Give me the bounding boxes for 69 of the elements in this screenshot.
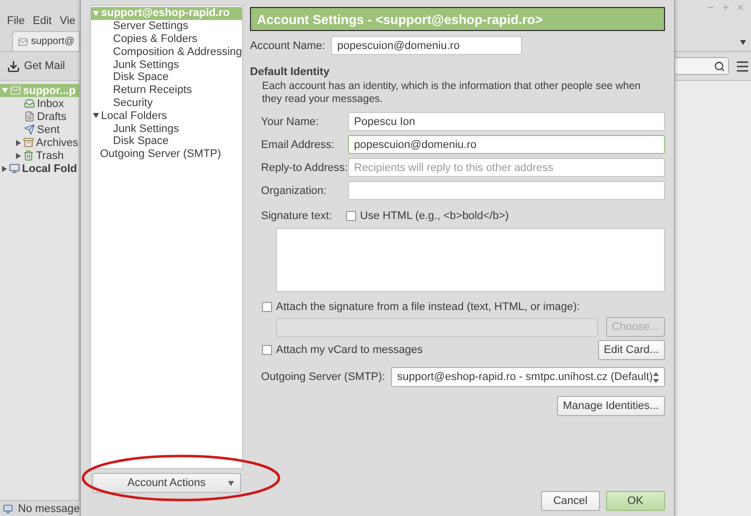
field-label: Account Name:: [250, 40, 326, 52]
checkbox[interactable]: [262, 345, 272, 355]
tree-item[interactable]: Disk Space: [91, 134, 242, 148]
tree-item[interactable]: Disk Space: [91, 70, 242, 84]
checkbox-label: Use HTML (e.g., <b>bold</b>): [360, 210, 509, 222]
file-path-field[interactable]: [276, 318, 598, 336]
folder-item[interactable]: Trash: [0, 149, 79, 162]
mail-tab[interactable]: support@: [12, 31, 80, 51]
folder-item[interactable]: Drafts: [0, 110, 79, 123]
search-field[interactable]: [675, 57, 729, 75]
manage-identities-button[interactable]: Manage Identities...: [556, 396, 665, 416]
checkbox-label: Attach my vCard to messages: [276, 344, 423, 356]
get-mail-button[interactable]: Get Mail: [7, 60, 65, 72]
envelope-icon: [18, 36, 28, 46]
dropdown-caret-icon[interactable]: [740, 40, 746, 45]
tree-item[interactable]: Outgoing Server (SMTP): [91, 148, 242, 161]
edit-card-button[interactable]: Edit Card...: [598, 340, 665, 360]
menu-item[interactable]: Edit: [32, 15, 52, 27]
tree-item[interactable]: Local Folders: [91, 109, 242, 122]
search-icon: [714, 60, 725, 72]
menu-icon[interactable]: [735, 58, 750, 74]
menu-item[interactable]: File: [7, 15, 25, 27]
envelope-icon: [10, 85, 21, 96]
field-label: Your Name:: [261, 116, 320, 128]
field-label: Signature text:: [261, 210, 333, 222]
checkbox[interactable]: [346, 211, 356, 221]
text-field[interactable]: popescuion@domeniu.ro: [348, 135, 665, 154]
checkbox[interactable]: [262, 302, 272, 312]
folder-item[interactable]: Sent: [0, 123, 79, 136]
send-icon: [24, 124, 35, 135]
status-text: No message: [18, 502, 80, 514]
account-actions-button[interactable]: Account Actions: [92, 473, 242, 493]
text-field[interactable]: Popescu Ion: [348, 112, 665, 131]
text-field[interactable]: Recipients will reply to this other address: [348, 158, 665, 177]
status-icon: [3, 504, 13, 514]
section-title: Default Identity: [250, 66, 330, 78]
folder-item[interactable]: Inbox: [0, 97, 79, 110]
field-label: Outgoing Server (SMTP):: [261, 371, 386, 383]
tree-item[interactable]: Copies & Folders: [91, 32, 242, 46]
account-name-field[interactable]: popescuion@domeniu.ro: [331, 36, 522, 55]
text-field[interactable]: [348, 181, 665, 200]
field-label: Email Address:: [261, 138, 336, 150]
tree-item[interactable]: Junk Settings: [91, 122, 242, 135]
field-label: Organization:: [261, 184, 328, 196]
tree-item[interactable]: Security: [91, 96, 242, 110]
cancel-button[interactable]: Cancel: [540, 491, 600, 511]
menu-item[interactable]: Vie: [60, 15, 76, 27]
folder-item[interactable]: Archives: [0, 136, 79, 149]
computer-icon: [9, 163, 20, 174]
spinner-arrows-icon: [652, 372, 659, 382]
settings-header: Account Settings - <support@eshop-rapid.ro>: [250, 7, 665, 31]
close-icon[interactable]: [736, 3, 745, 12]
download-icon: [7, 60, 20, 72]
document-icon: [24, 111, 35, 122]
tree-item[interactable]: Composition & Addressing: [91, 45, 242, 58]
server-select[interactable]: support@eshop-rapid.ro - smtpc.unihost.cz (Default): [391, 367, 665, 387]
folder-item[interactable]: Local Fold: [0, 162, 79, 175]
signature-field[interactable]: [276, 228, 665, 292]
description-text: Each account has an identity, which is the information that other people see when they read your messages.: [261, 80, 642, 106]
archive-icon: [23, 137, 34, 148]
field-label: Reply-to Address:: [261, 162, 348, 174]
trash-icon: [23, 150, 34, 161]
maximize-icon[interactable]: [721, 3, 730, 12]
inbox-icon: [24, 98, 35, 109]
tree-item[interactable]: Junk Settings: [91, 58, 242, 71]
ok-button[interactable]: OK: [606, 491, 665, 511]
checkbox-label: Attach the signature from a file instead (text, HTML, or image):: [276, 301, 580, 313]
tree-item[interactable]: Return Receipts: [91, 84, 242, 97]
tree-item[interactable]: Server Settings: [91, 20, 242, 33]
